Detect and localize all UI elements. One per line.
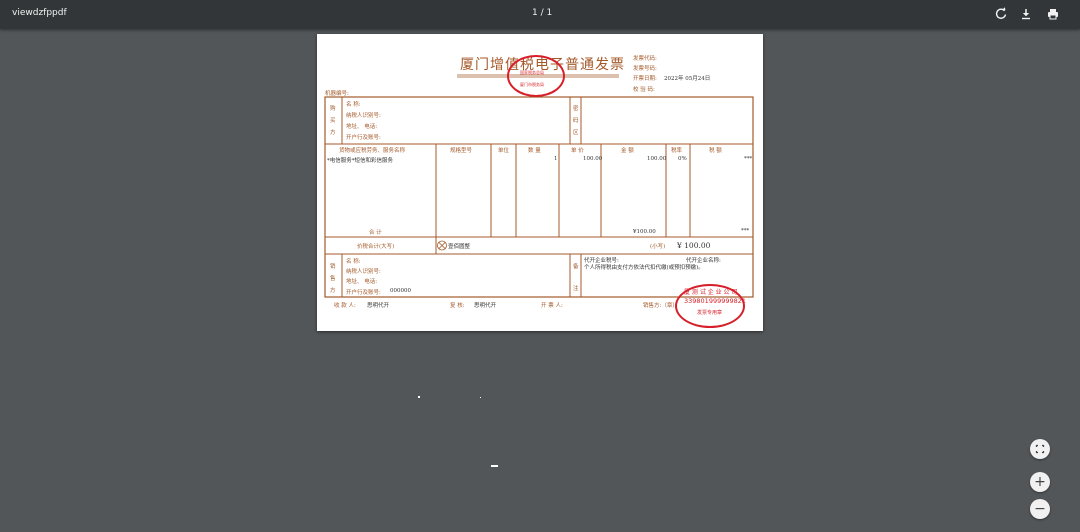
subtotal-tax: *** bbox=[741, 228, 750, 234]
total-label: 价税合计(大写) bbox=[357, 244, 395, 250]
fit-page-icon bbox=[1035, 444, 1045, 454]
col-header-goods: 货物或应税劳务、服务名称 bbox=[339, 148, 406, 154]
drawer-label: 开 票 人: bbox=[541, 303, 563, 309]
fit-page-button[interactable] bbox=[1030, 439, 1050, 459]
check-code-label: 校 验 码: bbox=[633, 87, 655, 93]
invoice-code-label: 发票代码: bbox=[633, 56, 657, 62]
item-price: 100.00 bbox=[583, 156, 603, 162]
small-total-label: (小写) bbox=[650, 244, 666, 250]
seal-number: 339801999999821 bbox=[684, 297, 747, 305]
col-header-tax: 税 额 bbox=[709, 148, 722, 154]
seal-arc-text: 厦 测 试 企 业 公 司 bbox=[684, 289, 738, 296]
pdf-toolbar: viewdzfppdf 1 / 1 bbox=[0, 0, 1080, 29]
buyer-side-label-2: 买 bbox=[330, 118, 336, 124]
total-in-words: 壹佰圆整 bbox=[448, 244, 471, 250]
col-header-spec: 规格型号 bbox=[450, 148, 473, 154]
render-artifact bbox=[491, 465, 498, 467]
tax-bureau-stamp bbox=[507, 55, 565, 97]
render-artifact bbox=[480, 397, 481, 398]
tax-bureau-stamp-line1: 国家税务总局 bbox=[520, 70, 544, 75]
col-header-unit: 单位 bbox=[498, 148, 510, 154]
password-area-label-3: 区 bbox=[573, 130, 579, 136]
seller-side-label-3: 方 bbox=[330, 288, 336, 294]
pdf-page: 厦门增值税电子普通发票 发票代码: 发票号码: 开票日期: 2022年 05月2… bbox=[317, 34, 763, 331]
issue-date-label: 开票日期: bbox=[633, 76, 657, 82]
render-artifact bbox=[418, 396, 420, 398]
seller-address-label: 地址、 电话: bbox=[346, 279, 378, 285]
remarks-note: 个人所得税由支付方依法代扣代缴(或预扣预缴)。 bbox=[584, 265, 704, 271]
buyer-side-label-3: 方 bbox=[330, 130, 336, 136]
item-amount: 100.00 bbox=[647, 156, 667, 162]
col-header-rate: 税率 bbox=[671, 148, 683, 154]
seller-name-label: 名 称: bbox=[346, 259, 361, 265]
payee-value: 思明代开 bbox=[367, 303, 390, 309]
password-area-label-2: 码 bbox=[573, 118, 579, 124]
reviewer-label: 复 核: bbox=[450, 303, 465, 309]
subtotal-amount: ¥100.00 bbox=[633, 229, 656, 235]
issue-date-value: 2022年 05月24日 bbox=[664, 76, 711, 82]
password-area-label-1: 密 bbox=[573, 106, 579, 112]
col-header-amount: 金 额 bbox=[621, 148, 634, 154]
tax-bureau-stamp-line2: 厦门市税务局 bbox=[520, 82, 544, 87]
item-name: *电信服务*短信和彩信服务 bbox=[327, 158, 394, 164]
invoice-number-label: 发票号码: bbox=[633, 66, 657, 72]
item-rate: 0% bbox=[678, 156, 687, 162]
col-header-price: 单 价 bbox=[571, 148, 584, 154]
remarks-label-2: 注 bbox=[573, 286, 579, 292]
rotate-icon[interactable] bbox=[993, 6, 1009, 22]
reviewer-value: 思明代开 bbox=[474, 303, 497, 309]
buyer-bank-label: 开户行及账号: bbox=[346, 135, 381, 141]
buyer-side-label-1: 购 bbox=[330, 106, 336, 112]
document-title: viewdzfppdf bbox=[12, 8, 67, 18]
buyer-tax-id-label: 纳税人识别号: bbox=[346, 113, 381, 119]
subtotal-label: 合 计 bbox=[369, 230, 382, 236]
total-small: ¥ 100.00 bbox=[677, 241, 711, 250]
buyer-address-label: 地址、 电话: bbox=[346, 124, 378, 130]
seller-tax-id-label: 纳税人识别号: bbox=[346, 269, 381, 275]
zoom-out-button[interactable]: − bbox=[1030, 499, 1050, 519]
zoom-in-button[interactable]: + bbox=[1030, 472, 1050, 492]
seller-seal-label: 销售方:（章） bbox=[643, 303, 678, 309]
seller-side-label-2: 售 bbox=[330, 276, 336, 282]
remarks-label-1: 备 bbox=[573, 264, 579, 270]
col-header-qty: 数 量 bbox=[528, 148, 541, 154]
page-indicator: 1 / 1 bbox=[532, 8, 553, 18]
print-icon[interactable] bbox=[1045, 6, 1061, 22]
machine-number-label: 机器编号: bbox=[325, 91, 349, 97]
payee-label: 收 款 人: bbox=[334, 303, 356, 309]
seal-purpose: 发票专用章 bbox=[697, 310, 723, 316]
download-icon[interactable] bbox=[1018, 6, 1034, 22]
seller-side-label-1: 销 bbox=[330, 264, 336, 270]
item-qty: 1 bbox=[554, 156, 558, 162]
item-tax: *** bbox=[744, 156, 753, 162]
buyer-name-label: 名 称: bbox=[346, 102, 361, 108]
seller-bank-value: 000000 bbox=[390, 288, 411, 294]
seller-bank-label: 开户行及账号: bbox=[346, 290, 381, 296]
